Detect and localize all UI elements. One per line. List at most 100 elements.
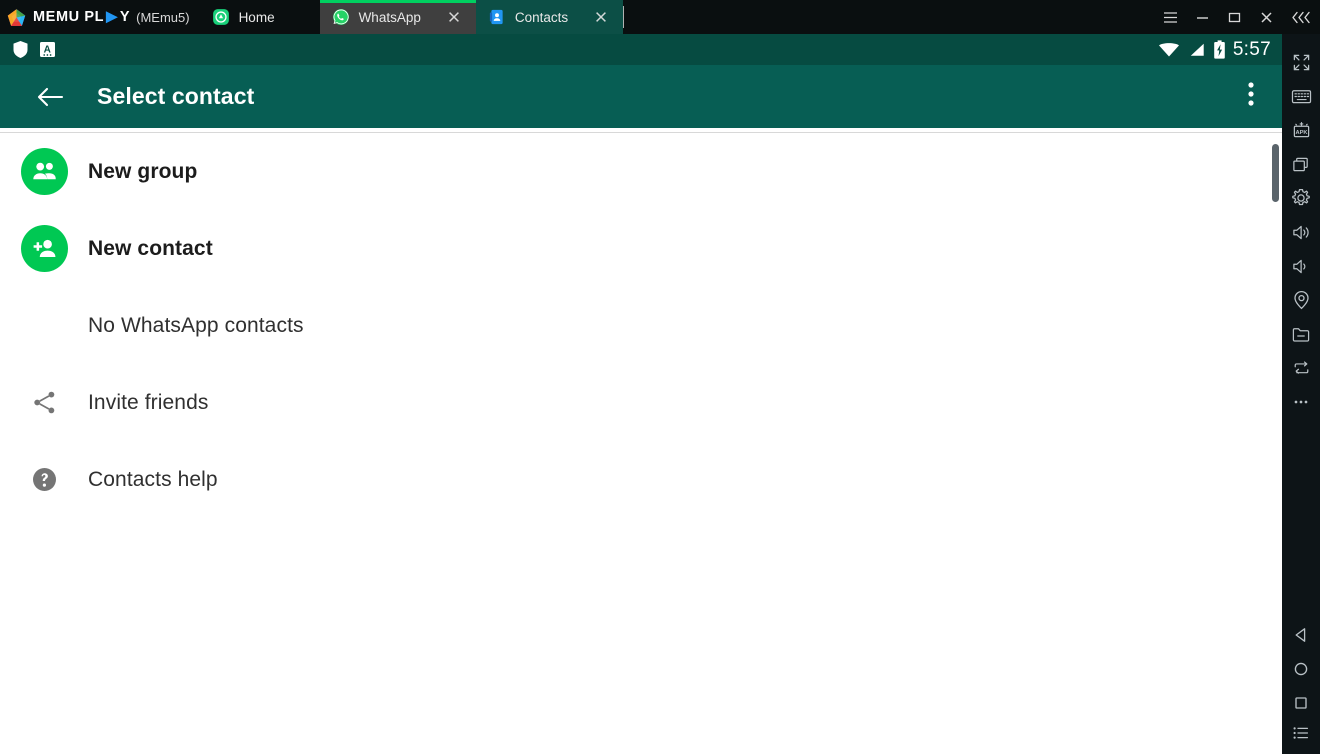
tab-contacts-label: Contacts <box>515 10 568 25</box>
minimize-button[interactable] <box>1186 0 1218 34</box>
list-item-label: New group <box>88 160 197 184</box>
memu-brand: MEMU PL▶Y (MEmu5) <box>0 0 200 34</box>
tab-home[interactable]: Home <box>200 0 320 34</box>
menu-button[interactable] <box>1154 0 1186 34</box>
page-title: Select contact <box>97 83 254 110</box>
invite-friends-icon-cell <box>21 379 68 426</box>
brand-name: MEMU PL <box>33 9 104 25</box>
status-bar-right-icons: 5:57 <box>1158 39 1271 61</box>
brand-name-tail: Y <box>120 9 130 25</box>
android-home-icon <box>1292 660 1310 678</box>
android-status-bar: A 5:5 <box>0 34 1282 65</box>
rotate-icon <box>1291 359 1312 378</box>
contacts-help-icon-cell <box>21 456 68 503</box>
memu-brand-text: MEMU PL▶Y (MEmu5) <box>33 9 190 25</box>
fullscreen-button[interactable] <box>1282 45 1320 79</box>
tab-bar-filler <box>624 0 1154 34</box>
brand-play-arrow: ▶ <box>106 9 118 25</box>
settings-button[interactable] <box>1282 181 1320 215</box>
keyboard-button[interactable] <box>1282 79 1320 113</box>
volume-up-icon <box>1291 223 1312 242</box>
list-item-label: Invite friends <box>88 391 208 415</box>
memu-emulator-window: MEMU PL▶Y (MEmu5) Home WhatsApp <box>0 0 1320 754</box>
tab-contacts[interactable]: Contacts <box>476 0 623 34</box>
volume-down-icon <box>1291 257 1312 276</box>
signal-icon <box>1187 41 1206 58</box>
fullscreen-icon <box>1292 53 1311 72</box>
back-arrow-icon[interactable] <box>36 85 64 109</box>
volume-down-button[interactable] <box>1282 249 1320 283</box>
multi-window-button[interactable] <box>1282 147 1320 181</box>
three-dots-vertical-icon <box>1248 81 1254 107</box>
android-menu-button[interactable] <box>1282 720 1320 754</box>
volume-up-button[interactable] <box>1282 215 1320 249</box>
more-options-icon <box>1291 393 1311 411</box>
android-home-button[interactable] <box>1282 652 1320 686</box>
close-button[interactable] <box>1250 0 1282 34</box>
help-circle-icon <box>31 466 58 493</box>
empty-icon-cell <box>21 302 68 349</box>
tab-contacts-close-icon[interactable] <box>593 9 609 25</box>
list-item-no-whatsapp-contacts: No WhatsApp contacts <box>0 287 1282 364</box>
whatsapp-icon <box>332 8 350 26</box>
keyboard-icon <box>1291 87 1312 106</box>
memu-home-icon <box>212 8 230 26</box>
list-item-new-group[interactable]: New group <box>0 133 1282 210</box>
shared-folder-button[interactable] <box>1282 317 1320 351</box>
more-options-button[interactable] <box>1282 385 1320 419</box>
share-icon <box>31 389 58 416</box>
minimize-icon <box>1194 9 1211 26</box>
person-add-icon <box>31 235 58 262</box>
tab-whatsapp-label: WhatsApp <box>359 10 421 25</box>
status-bar-left-icons: A <box>12 40 56 59</box>
android-recents-button[interactable] <box>1282 686 1320 720</box>
svg-text:A: A <box>44 45 51 56</box>
tab-home-label: Home <box>239 10 275 25</box>
new-group-icon-cell <box>21 148 68 195</box>
list-item-contacts-help[interactable]: Contacts help <box>0 441 1282 518</box>
rotate-button[interactable] <box>1282 351 1320 385</box>
shield-icon <box>12 40 29 59</box>
list-item-invite-friends[interactable]: Invite friends <box>0 364 1282 441</box>
maximize-button[interactable] <box>1218 0 1250 34</box>
contact-list: New group New contact No WhatsApp <box>0 132 1282 754</box>
maximize-icon <box>1226 9 1243 26</box>
list-item-label: No WhatsApp contacts <box>88 314 304 338</box>
apk-install-button[interactable]: APK <box>1282 113 1320 147</box>
emulator-sidebar: APK <box>1282 34 1320 754</box>
avatar <box>21 225 68 272</box>
status-bar-clock: 5:57 <box>1233 39 1271 61</box>
chevron-left-triple-icon <box>1290 9 1312 26</box>
avatar <box>21 148 68 195</box>
android-viewport: A 5:5 <box>0 34 1282 754</box>
settings-gear-icon <box>1291 188 1311 208</box>
list-scrollbar-thumb[interactable] <box>1272 144 1279 202</box>
battery-charging-icon <box>1213 40 1226 59</box>
android-back-button[interactable] <box>1282 618 1320 652</box>
list-item-new-contact[interactable]: New contact <box>0 210 1282 287</box>
tab-bar-divider <box>623 6 624 28</box>
hamburger-icon <box>1162 9 1179 26</box>
memu-logo-icon <box>7 8 26 27</box>
location-button[interactable] <box>1282 283 1320 317</box>
new-contact-icon-cell <box>21 225 68 272</box>
memu-version: (MEmu5) <box>136 10 189 25</box>
wifi-icon <box>1158 41 1180 58</box>
tab-whatsapp-close-icon[interactable] <box>446 9 462 25</box>
shared-folder-icon <box>1291 325 1311 344</box>
android-recents-icon <box>1292 694 1310 712</box>
list-item-label: Contacts help <box>88 468 218 492</box>
window-controls <box>1154 0 1320 34</box>
location-icon <box>1292 290 1311 310</box>
collapse-sidebar-button[interactable] <box>1282 0 1320 34</box>
overflow-menu-button[interactable] <box>1240 75 1262 118</box>
apk-install-icon: APK <box>1291 121 1312 140</box>
group-add-icon <box>31 158 58 185</box>
multi-window-icon <box>1291 155 1311 174</box>
close-icon <box>1258 9 1275 26</box>
tab-whatsapp[interactable]: WhatsApp <box>320 0 476 34</box>
android-menu-icon <box>1291 724 1311 742</box>
keyboard-a-icon: A <box>39 41 56 58</box>
list-item-label: New contact <box>88 237 213 261</box>
android-back-icon <box>1292 626 1310 644</box>
